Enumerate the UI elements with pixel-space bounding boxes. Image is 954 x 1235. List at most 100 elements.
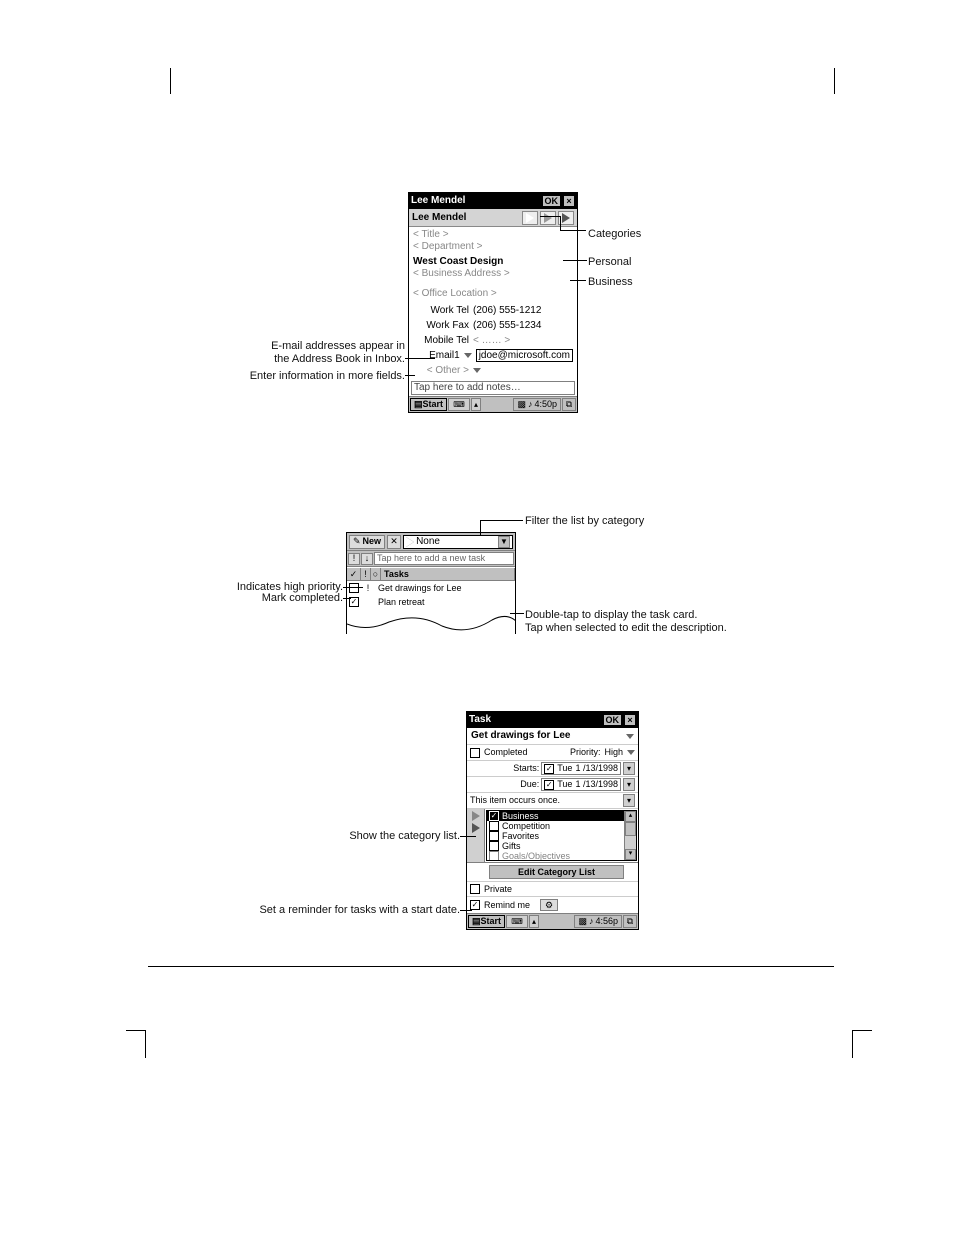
- leader-line: [460, 910, 472, 911]
- leader-line: [480, 520, 481, 536]
- due-date-field[interactable]: ✓ Tue 1 /13/1998: [541, 778, 621, 791]
- up-arrow-icon[interactable]: ▴: [529, 915, 539, 928]
- close-button[interactable]: ×: [624, 714, 636, 726]
- work-fax-value: (206) 555-1234: [473, 320, 573, 332]
- category-checkbox[interactable]: [489, 841, 499, 851]
- task-name-row[interactable]: Get drawings for Lee: [467, 728, 638, 745]
- recur-dropdown-icon[interactable]: ▾: [623, 794, 635, 807]
- other-label[interactable]: < Other >: [413, 365, 469, 377]
- scroll-thumb[interactable]: [625, 822, 636, 836]
- chevron-down-icon[interactable]: [464, 353, 472, 358]
- office-loc-placeholder[interactable]: < Office Location >: [413, 288, 573, 300]
- category-filter-dropdown[interactable]: None ▼: [403, 535, 513, 549]
- scrollbar[interactable]: ▴ ▾: [624, 811, 636, 860]
- chevron-down-icon[interactable]: [626, 734, 634, 739]
- notes-input[interactable]: Tap here to add notes…: [411, 381, 575, 395]
- col-recur-icon[interactable]: ○: [371, 568, 381, 580]
- category-item[interactable]: ✓ Business: [487, 811, 636, 821]
- start-date-field[interactable]: ✓ Tue 1 /13/1998: [541, 762, 621, 775]
- start-date-checkbox[interactable]: ✓: [544, 764, 554, 774]
- reminder-settings-button[interactable]: ⚙: [540, 899, 558, 911]
- priority-sort-icon[interactable]: !: [348, 553, 360, 565]
- crop-mark: [144, 1030, 146, 1058]
- category-checkbox[interactable]: [489, 851, 499, 861]
- contact-name-bar: Lee Mendel: [409, 209, 577, 227]
- category-checkbox[interactable]: [489, 821, 499, 831]
- due-row: Due: ✓ Tue 1 /13/1998 ▾: [467, 777, 638, 793]
- sound-icon: ♪: [528, 399, 533, 410]
- leader-line: [560, 216, 561, 230]
- remind-checkbox[interactable]: ✓: [470, 900, 480, 910]
- keyboard-icon[interactable]: ⌨: [506, 915, 528, 928]
- close-button[interactable]: ×: [563, 195, 575, 207]
- priority-label: Priority:: [570, 747, 601, 758]
- mobile-tel-value[interactable]: < …… >: [473, 335, 573, 347]
- ok-button[interactable]: OK: [603, 714, 623, 726]
- private-label: Private: [484, 884, 512, 895]
- due-date-checkbox[interactable]: ✓: [544, 780, 554, 790]
- category-item[interactable]: Favorites: [487, 831, 636, 841]
- leader-line: [560, 230, 586, 231]
- chevron-down-icon[interactable]: [473, 368, 481, 373]
- sound-icon: ♪: [589, 916, 594, 927]
- recur-label: This item occurs once.: [470, 795, 560, 806]
- tasks-toolbar: ✎ New ✕ None ▼: [347, 533, 515, 551]
- category-item[interactable]: Competition: [487, 821, 636, 831]
- up-arrow-icon[interactable]: ▴: [471, 398, 481, 411]
- tag-solid-icon[interactable]: [540, 211, 556, 225]
- email-input[interactable]: jdoe@microsoft.com: [476, 349, 573, 362]
- work-tel-value: (206) 555-1212: [473, 305, 573, 317]
- task-name: Get drawings for Lee: [471, 730, 570, 742]
- chevron-down-icon[interactable]: [627, 750, 635, 755]
- task-titlebar: Task OK ×: [467, 712, 638, 728]
- category-list[interactable]: ✓ Business Competition Favorites Gifts G…: [486, 810, 637, 861]
- scroll-down-icon[interactable]: ▾: [625, 849, 636, 860]
- category-checkbox[interactable]: ✓: [489, 811, 499, 821]
- task-checkbox[interactable]: [349, 583, 359, 593]
- task-desc[interactable]: Plan retreat: [375, 597, 515, 608]
- col-check-icon[interactable]: ✓: [347, 568, 361, 580]
- category-item[interactable]: Gifts: [487, 841, 636, 851]
- contact-titlebar: Lee Mendel OK ×: [409, 193, 577, 209]
- delete-button[interactable]: ✕: [387, 535, 401, 549]
- scroll-up-icon[interactable]: ▴: [625, 811, 636, 822]
- completed-label: Completed: [484, 747, 528, 758]
- new-task-row: ! ↓ Tap here to add a new task: [347, 551, 515, 567]
- private-checkbox[interactable]: [470, 884, 480, 894]
- start-button[interactable]: ▤ Start: [468, 915, 505, 928]
- tag-white-icon[interactable]: [522, 211, 538, 225]
- recur-row[interactable]: This item occurs once. ▾: [467, 793, 638, 809]
- new-task-input[interactable]: Tap here to add a new task: [374, 552, 514, 565]
- torn-edge: [346, 610, 516, 634]
- date-spin-button[interactable]: ▾: [623, 762, 635, 775]
- ok-button[interactable]: OK: [542, 195, 562, 207]
- desktop-icon[interactable]: ⧉: [623, 915, 637, 928]
- col-priority-icon[interactable]: !: [361, 568, 371, 580]
- category-checkbox[interactable]: [489, 831, 499, 841]
- tag-icon[interactable]: [472, 823, 480, 833]
- tag-icon[interactable]: [472, 811, 480, 821]
- title-placeholder[interactable]: < Title >: [413, 229, 573, 241]
- task-desc[interactable]: Get drawings for Lee: [375, 583, 515, 594]
- department-placeholder[interactable]: < Department >: [413, 241, 573, 253]
- completed-checkbox[interactable]: [470, 748, 480, 758]
- contact-title: Lee Mendel: [411, 195, 540, 207]
- windows-icon: ▤: [414, 399, 423, 410]
- date-sort-icon[interactable]: ↓: [361, 553, 373, 565]
- due-date: 1 /13/1998: [575, 779, 618, 790]
- work-tel-label: Work Tel: [413, 305, 469, 317]
- new-task-button[interactable]: ✎ New: [349, 535, 385, 549]
- edit-category-button[interactable]: Edit Category List: [489, 865, 624, 879]
- desktop-icon[interactable]: ⧉: [562, 398, 576, 411]
- col-tasks-label[interactable]: Tasks: [381, 568, 515, 580]
- annotation-email: E-mail addresses appear in the Address B…: [200, 340, 405, 365]
- start-button[interactable]: ▤ Start: [410, 398, 447, 411]
- date-spin-button[interactable]: ▾: [623, 778, 635, 791]
- bus-addr-placeholder[interactable]: < Business Address >: [413, 268, 573, 280]
- task-row[interactable]: ! Get drawings for Lee: [347, 581, 515, 595]
- task-row[interactable]: ✓ Plan retreat: [347, 595, 515, 609]
- due-label: Due:: [520, 779, 539, 790]
- category-item[interactable]: Goals/Objectives: [487, 851, 636, 861]
- keyboard-icon[interactable]: ⌨: [448, 398, 470, 411]
- private-row: Private: [467, 881, 638, 897]
